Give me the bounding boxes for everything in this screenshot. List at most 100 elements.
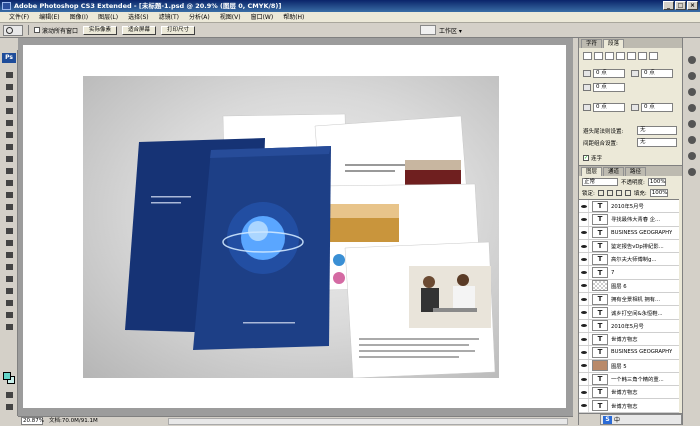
marquee-tool-icon[interactable]: [3, 82, 15, 92]
screen-mode-icon[interactable]: [3, 402, 15, 412]
gradient-tool-icon[interactable]: [3, 202, 15, 212]
path-selection-tool-icon[interactable]: [3, 262, 15, 272]
layer-row[interactable]: 图层 5: [579, 359, 679, 373]
styles-icon[interactable]: [686, 134, 698, 145]
info-icon[interactable]: [686, 86, 698, 97]
layer-row[interactable]: T 一个韩三角个精的重...: [579, 372, 679, 387]
layer-row[interactable]: T 高尔夫大师傅制g...: [579, 253, 679, 267]
foreground-color-swatch[interactable]: [3, 372, 11, 380]
visibility-eye-icon[interactable]: [579, 279, 589, 293]
type-tool-icon[interactable]: [3, 250, 15, 260]
fit-screen-button[interactable]: 适合屏幕: [122, 25, 157, 35]
layer-row[interactable]: T BUSINESS GEOGRAPHY: [579, 226, 679, 240]
scroll-all-windows-checkbox[interactable]: 滚动所有窗口: [34, 26, 78, 35]
visibility-eye-icon[interactable]: [579, 359, 589, 372]
histogram-icon[interactable]: [686, 70, 698, 81]
justify-all-icon[interactable]: [649, 52, 658, 60]
close-button[interactable]: ×: [687, 1, 698, 10]
right-indent-field[interactable]: 0 点: [641, 69, 673, 78]
menu-analysis[interactable]: 分析(A): [184, 12, 215, 23]
layer-row[interactable]: T BUSINESS GEOGRAPHY: [579, 346, 679, 360]
move-tool-icon[interactable]: [3, 70, 15, 80]
layer-row[interactable]: T 2010年5月号: [579, 200, 679, 214]
workspace-label[interactable]: 工作区 ▾: [439, 26, 462, 35]
menu-edit[interactable]: 编辑(E): [34, 12, 64, 23]
justify-last-center-icon[interactable]: [627, 52, 636, 60]
space-before-field[interactable]: 0 点: [593, 103, 625, 112]
layer-row[interactable]: T 2010年5月号: [579, 319, 679, 333]
lock-position-icon[interactable]: [615, 189, 622, 196]
eraser-tool-icon[interactable]: [3, 190, 15, 200]
tab-paragraph[interactable]: 段落: [603, 39, 625, 48]
visibility-eye-icon[interactable]: [579, 239, 589, 253]
visibility-eye-icon[interactable]: [579, 253, 589, 266]
visibility-eye-icon[interactable]: [579, 346, 589, 359]
checkbox-box[interactable]: [34, 27, 40, 33]
menu-layer[interactable]: 图层(L): [93, 12, 123, 23]
justify-last-right-icon[interactable]: [638, 52, 647, 60]
swatches-icon[interactable]: [686, 118, 698, 129]
clone-stamp-tool-icon[interactable]: [3, 166, 15, 176]
tab-layers[interactable]: 图层: [581, 167, 603, 176]
color-icon[interactable]: [686, 102, 698, 113]
align-left-icon[interactable]: [583, 52, 592, 60]
menu-image[interactable]: 图像(I): [65, 12, 93, 23]
actions-icon[interactable]: [686, 166, 698, 177]
tab-channels[interactable]: 通道: [603, 167, 625, 176]
layer-row[interactable]: 图层 6: [579, 279, 679, 294]
visibility-eye-icon[interactable]: [579, 399, 589, 412]
menu-window[interactable]: 窗口(W): [246, 12, 279, 23]
fill-field[interactable]: 100%: [649, 188, 668, 197]
hyphenate-check-icon[interactable]: ✓: [583, 155, 589, 161]
document-workspace[interactable]: [18, 38, 573, 416]
visibility-eye-icon[interactable]: [579, 372, 589, 386]
visibility-eye-icon[interactable]: [579, 213, 589, 226]
workspace-switcher[interactable]: 工作区 ▾: [420, 25, 462, 35]
history-icon[interactable]: [686, 150, 698, 161]
lock-all-icon[interactable]: [624, 189, 631, 196]
visibility-eye-icon[interactable]: [579, 332, 589, 346]
layer-row[interactable]: T 鉴定报告vDp排紀影...: [579, 239, 679, 254]
tool-preset-picker[interactable]: [3, 24, 23, 36]
align-right-icon[interactable]: [605, 52, 614, 60]
menu-view[interactable]: 视图(V): [215, 12, 246, 23]
menu-filter[interactable]: 滤镜(T): [154, 12, 184, 23]
dodge-tool-icon[interactable]: [3, 226, 15, 236]
menu-select[interactable]: 选择(S): [123, 12, 154, 23]
print-size-button[interactable]: 打印尺寸: [161, 25, 196, 35]
zoom-tool-icon[interactable]: [3, 322, 15, 332]
layer-row[interactable]: T 世博方物志: [579, 399, 679, 413]
lock-pixels-icon[interactable]: [606, 189, 613, 196]
kinsoku-dropdown[interactable]: 无: [637, 126, 677, 135]
layers-list[interactable]: T 2010年5月号 T 寻找最伟大青春 企... T BUSINESS GEOGRAPH…: [579, 199, 679, 413]
navigator-icon[interactable]: [686, 54, 698, 65]
visibility-eye-icon[interactable]: [579, 293, 589, 306]
healing-brush-tool-icon[interactable]: [3, 142, 15, 152]
hyphenate-checkbox[interactable]: ✓ 连字: [583, 154, 602, 162]
minimize-button[interactable]: _: [663, 1, 674, 10]
left-indent-field[interactable]: 0 点: [593, 69, 625, 78]
visibility-eye-icon[interactable]: [579, 386, 589, 399]
ime-mode-label[interactable]: 中: [614, 415, 620, 424]
visibility-eye-icon[interactable]: [579, 200, 589, 213]
tab-character[interactable]: 字符: [581, 39, 603, 48]
layer-row[interactable]: T 寻找最伟大青春 企...: [579, 213, 679, 227]
visibility-eye-icon[interactable]: [579, 306, 589, 319]
history-brush-tool-icon[interactable]: [3, 178, 15, 188]
actual-pixels-button[interactable]: 实际像素: [83, 25, 118, 35]
crop-tool-icon[interactable]: [3, 118, 15, 128]
layer-row[interactable]: T 拥有全景相机 拥有...: [579, 293, 679, 307]
menu-file[interactable]: 文件(F): [4, 12, 34, 23]
blend-mode-dropdown[interactable]: 正常: [582, 177, 618, 186]
menu-help[interactable]: 帮助(H): [278, 12, 309, 23]
visibility-eye-icon[interactable]: [579, 226, 589, 239]
hand-tool-icon[interactable]: [3, 310, 15, 320]
document-canvas[interactable]: [23, 45, 566, 408]
slice-tool-icon[interactable]: [3, 130, 15, 140]
horizontal-scrollbar[interactable]: [168, 418, 568, 425]
lock-transparency-icon[interactable]: [597, 189, 604, 196]
opacity-field[interactable]: 100%: [647, 177, 666, 186]
layer-row[interactable]: T 世博方物志: [579, 332, 679, 347]
shape-tool-icon[interactable]: [3, 274, 15, 284]
visibility-eye-icon[interactable]: [579, 266, 589, 279]
